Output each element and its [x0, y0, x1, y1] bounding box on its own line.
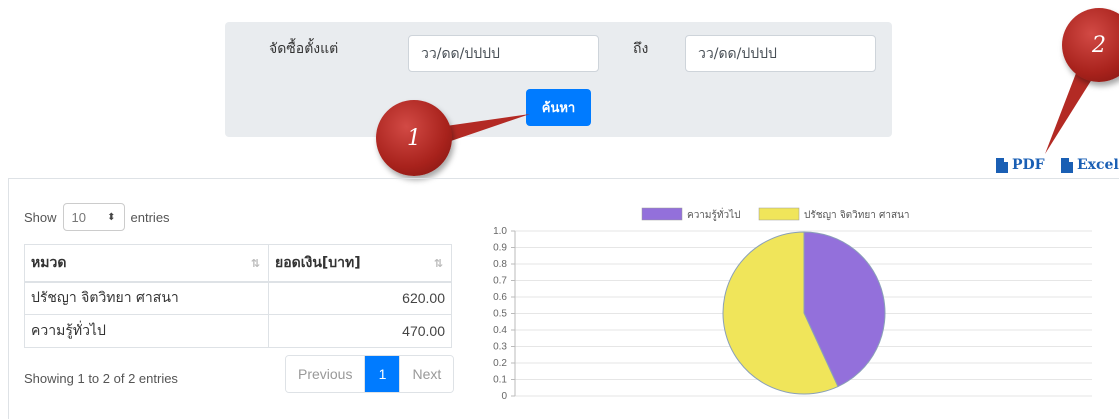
callout-2-arrow [1045, 68, 1094, 154]
page-1-button[interactable]: 1 [365, 356, 401, 392]
pdf-file-icon [996, 157, 1008, 173]
sort-icon: ⇅ [433, 257, 443, 270]
y-tick-label: 0.7 [493, 276, 507, 287]
column-header-amount[interactable]: ยอดเงิน[บาท] ⇅ [268, 244, 452, 283]
category-pie-chart: 1.0 0.9 0.8 0.7 0.6 0.5 0.4 0.3 0.2 0.1 0 ความรู้ทั… [493, 207, 1092, 402]
y-tick-label: 0.2 [493, 358, 507, 369]
y-tick-label: 0.3 [493, 342, 507, 353]
y-tick-label: 0.4 [493, 325, 507, 336]
select-arrows-icon: ⬍ [107, 211, 116, 223]
entries-select[interactable]: 10 ⬍ [62, 203, 125, 231]
table-row: ความรู้ทั่วไป 470.00 [24, 314, 452, 348]
next-page-button[interactable]: Next [400, 356, 454, 392]
legend-swatch [758, 207, 800, 221]
table-row: ปรัชญา จิตวิทยา ศาสนา 620.00 [24, 281, 452, 315]
y-tick-label: 0.6 [493, 292, 507, 303]
amount-cell: 620.00 [268, 281, 452, 315]
export-pdf-link[interactable]: PDF [996, 157, 1045, 173]
column-header-category[interactable]: หมวด ⇅ [24, 244, 269, 283]
y-tick-label: 0 [501, 391, 507, 402]
sort-icon: ⇅ [250, 257, 260, 270]
category-cell: ปรัชญา จิตวิทยา ศาสนา [24, 281, 269, 315]
data-table: หมวด ⇅ ยอดเงิน[บาท] ⇅ ปรัชญา จิตวิทยา ศา… [24, 244, 452, 348]
y-tick-label: 0.5 [493, 309, 507, 320]
y-tick-label: 0.9 [493, 243, 507, 254]
legend-swatch [641, 207, 683, 221]
entries-label: entries [130, 209, 170, 225]
show-label: Show [24, 209, 57, 225]
amount-cell: 470.00 [268, 314, 452, 348]
legend-label: ปรัชญา จิตวิทยา ศาสนา [804, 210, 910, 221]
y-tick-label: 1.0 [493, 226, 507, 237]
export-excel-link[interactable]: Excel [1061, 157, 1119, 173]
previous-page-button[interactable]: Previous [286, 356, 366, 392]
y-tick-label: 0.1 [493, 375, 507, 386]
table-info: Showing 1 to 2 of 2 entries [24, 371, 178, 386]
legend-label: ความรู้ทั่วไป [687, 207, 740, 221]
category-cell: ความรู้ทั่วไป [24, 314, 269, 348]
pagination: Previous 1 Next [285, 355, 455, 393]
y-tick-label: 0.8 [493, 259, 507, 270]
table-header-row: หมวด ⇅ ยอดเงิน[บาท] ⇅ [24, 244, 452, 283]
show-entries-control: Show 10 ⬍ entries [24, 203, 170, 231]
export-excel-label: Excel [1077, 157, 1119, 173]
export-pdf-label: PDF [1012, 157, 1045, 173]
entries-select-value: 10 [71, 209, 86, 225]
callout-badge-1: 1 [376, 100, 452, 176]
excel-file-icon [1061, 157, 1073, 173]
